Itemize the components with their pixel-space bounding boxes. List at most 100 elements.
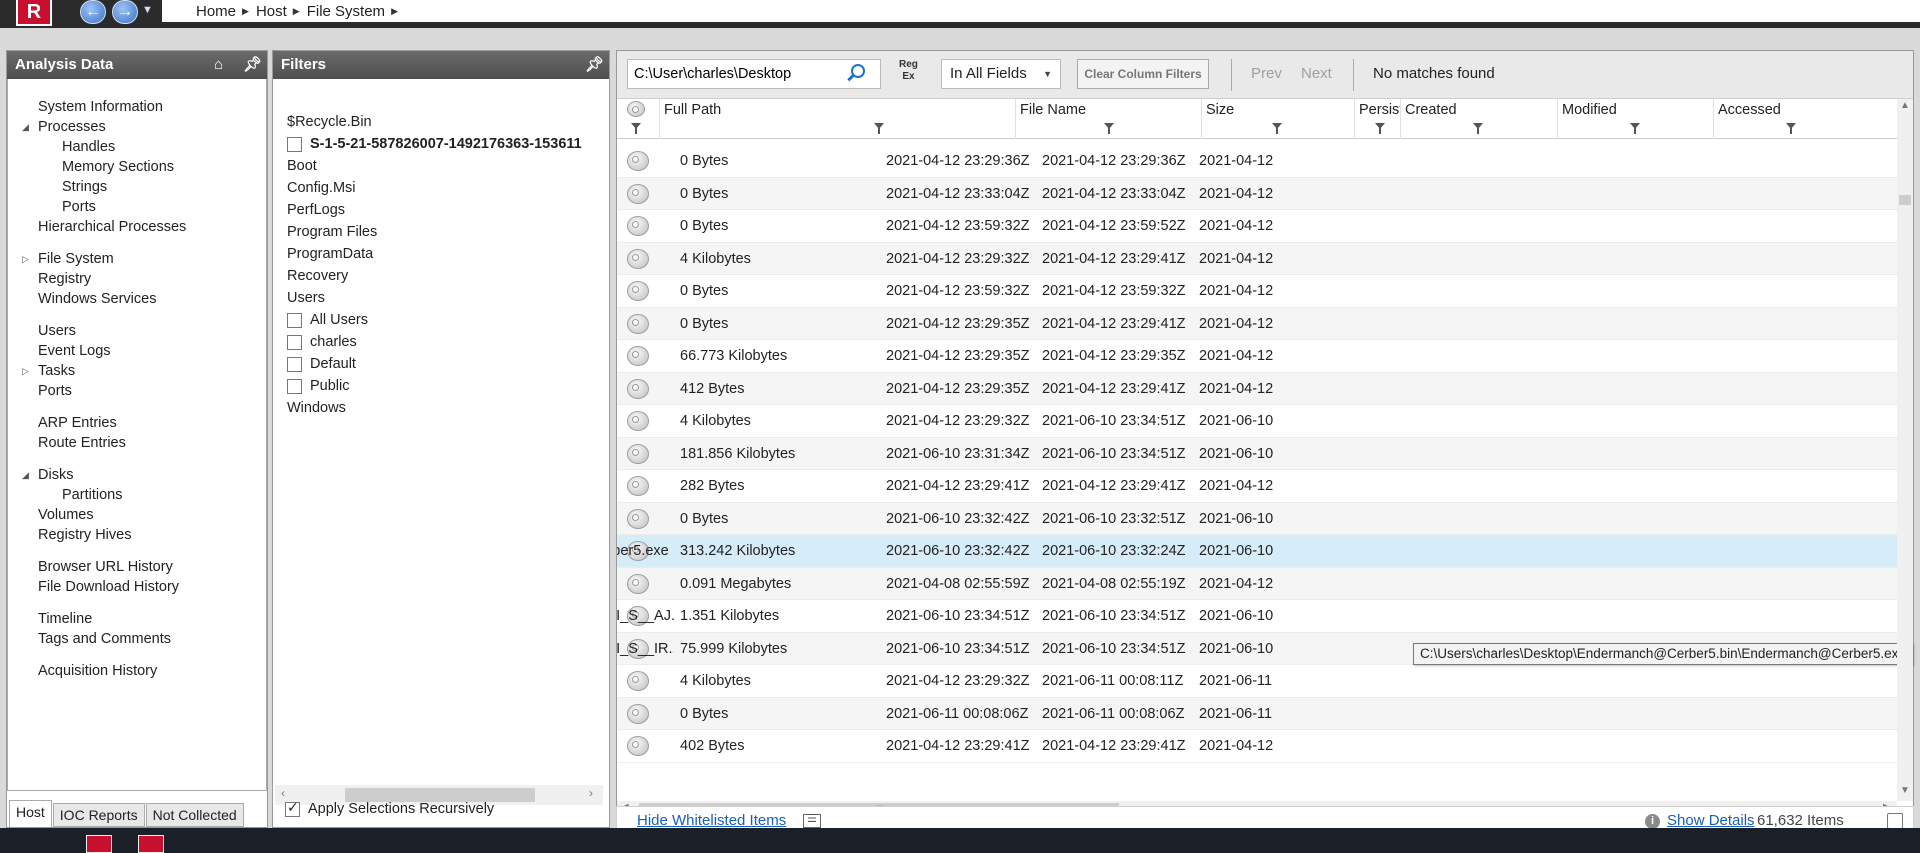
table-row[interactable]: C:\Users\charles\Contacts0 Bytes2021-04-… [617, 307, 1897, 340]
filter-item[interactable]: Windows [273, 397, 609, 419]
breadcrumb-label[interactable]: File System [307, 3, 385, 20]
table-row[interactable]: C:\Users\charles\Desktop\_R_E_A_D__T_H_I… [617, 600, 1897, 633]
tree-item[interactable]: Ports [8, 381, 266, 401]
prev-button[interactable]: Prev [1251, 65, 1282, 82]
filter-icon[interactable] [1272, 123, 1282, 134]
tree-item[interactable]: Strings [8, 177, 266, 197]
regex-toggle[interactable]: Reg Ex [899, 59, 918, 83]
tab-ioc-reports[interactable]: IOC Reports [52, 803, 145, 827]
tree-item[interactable]: Event Logs [8, 341, 266, 361]
search-icon[interactable] [851, 64, 865, 78]
scroll-up-icon[interactable]: ▲ [1900, 100, 1910, 111]
table-row[interactable]: C:\Users\charles\Desktop4 Kilobytes2021-… [617, 405, 1897, 438]
apply-recursive-option[interactable]: Apply Selections Recursively [285, 799, 494, 817]
tree-item[interactable]: ▷ File System [8, 249, 266, 269]
home-icon[interactable]: ⌂ [214, 51, 223, 79]
apply-recursive-checkbox[interactable] [285, 799, 300, 817]
grid-vertical-scrollbar[interactable]: ▲ ▼ [1897, 99, 1913, 801]
tree-item[interactable]: Handles [8, 137, 266, 157]
breadcrumb-host[interactable]: Host ▶ [256, 3, 307, 20]
scrollbar-thumb[interactable] [345, 788, 535, 802]
filter-checkbox[interactable] [287, 334, 302, 350]
column-header-created[interactable]: Created [1400, 99, 1557, 139]
tree-item[interactable]: Tags and Comments [8, 629, 266, 649]
expanded-arrow-icon[interactable]: ◢ [22, 117, 29, 137]
column-header-file-name[interactable]: File Name [1015, 99, 1201, 139]
tree-item[interactable]: Users [8, 321, 266, 341]
scroll-left-icon[interactable]: ‹ [281, 786, 285, 800]
clear-column-filters-button[interactable]: Clear Column Filters [1077, 59, 1209, 89]
tree-item[interactable]: ▷ Tasks [8, 361, 266, 381]
breadcrumb-file-system[interactable]: File System ▶ [307, 3, 405, 20]
table-row[interactable]: C:\Users\charles\AppData\Roaming\Microso… [617, 145, 1897, 178]
tree-item[interactable]: Timeline [8, 609, 266, 629]
tree-item[interactable]: Ports [8, 197, 266, 217]
filter-item[interactable]: S-1-5-21-587826007-1492176363-153611 [273, 133, 609, 155]
table-row[interactable]: C:\Users\charles\Desktop\Endermanch@Cerb… [617, 535, 1897, 568]
filter-checkbox[interactable] [287, 356, 302, 372]
export-icon[interactable] [1887, 813, 1903, 829]
pin-icon[interactable]: 📌︎ [243, 51, 262, 79]
filter-item[interactable]: ProgramData [273, 243, 609, 265]
filter-item[interactable]: Config.Msi [273, 177, 609, 199]
tree-item[interactable]: Windows Services [8, 289, 266, 309]
tree-item[interactable]: Acquisition History [8, 661, 266, 681]
table-row[interactable]: C:\Users\charles\AppData\Roaming\Microso… [617, 275, 1897, 308]
filter-icon[interactable] [1375, 123, 1385, 134]
filter-checkbox[interactable] [287, 378, 302, 394]
tree-item[interactable]: Route Entries [8, 433, 266, 453]
table-row[interactable]: C:\Users\charles\AppData\Roaming\Microso… [617, 177, 1897, 210]
pin-icon[interactable]: 📌︎ [585, 51, 604, 79]
back-arrow-icon[interactable]: ← [80, 0, 106, 24]
scrollbar-thumb[interactable] [1899, 195, 1911, 205]
tree-item[interactable]: Browser URL History [8, 557, 266, 577]
filter-item[interactable]: Default [273, 353, 609, 375]
search-input[interactable] [627, 59, 881, 89]
taskbar-app-icon[interactable] [86, 835, 112, 853]
column-header-modified[interactable]: Modified [1557, 99, 1713, 139]
tree-item[interactable]: Registry [8, 269, 266, 289]
filter-icon[interactable] [1786, 123, 1796, 134]
tree-item[interactable]: Partitions [8, 485, 266, 505]
next-button[interactable]: Next [1301, 65, 1332, 82]
table-row[interactable]: C:\Users\charles\Documents\Analysis0 Byt… [617, 697, 1897, 730]
column-header-persist[interactable]: Persist [1354, 99, 1400, 139]
table-row[interactable]: C:\Users\charles\DeOffice0.091 Megabytes… [617, 567, 1897, 600]
filter-icon[interactable] [1473, 123, 1483, 134]
tree-item[interactable]: Volumes [8, 505, 266, 525]
tree-item[interactable]: File Download History [8, 577, 266, 597]
breadcrumb-label[interactable]: Host [256, 3, 287, 20]
search-field-select[interactable]: In All Fields ▼ [941, 59, 1061, 89]
filter-item[interactable]: All Users [273, 309, 609, 331]
tree-item[interactable]: ARP Entries [8, 413, 266, 433]
tree-item[interactable]: ◢ Processes [8, 117, 266, 137]
taskbar-app-icon[interactable] [138, 835, 164, 853]
column-header-accessed[interactable]: Accessed [1713, 99, 1897, 139]
table-row[interactable]: C:\Users\charles\Contacts\charles.contac… [617, 340, 1897, 373]
nav-history-dropdown-icon[interactable]: ▼ [142, 4, 153, 16]
filter-checkbox[interactable] [287, 136, 302, 152]
filter-item[interactable]: $Recycle.Bin [273, 111, 609, 133]
tree-item[interactable]: Memory Sections [8, 157, 266, 177]
tree-item[interactable]: ◢ Disks [8, 465, 266, 485]
column-header-full-path[interactable]: Full Path [659, 99, 1015, 139]
collapsed-arrow-icon[interactable]: ▷ [22, 361, 29, 381]
scroll-right-icon[interactable]: › [589, 786, 593, 800]
show-details-link[interactable]: Show Details [1667, 812, 1755, 829]
tree-item[interactable]: System Information [8, 97, 266, 117]
filter-item[interactable]: PerfLogs [273, 199, 609, 221]
tab-not-collected[interactable]: Not Collected [145, 803, 244, 827]
tree-item[interactable]: Registry Hives [8, 525, 266, 545]
expanded-arrow-icon[interactable]: ◢ [22, 465, 29, 485]
table-row[interactable]: C:\Users\charles\Desktop\4iTRKg29zd.9ae8… [617, 437, 1897, 470]
list-icon[interactable] [803, 812, 821, 828]
filter-icon[interactable] [631, 123, 641, 134]
filter-icon[interactable] [1630, 123, 1640, 134]
tab-host[interactable]: Host [9, 800, 52, 827]
tree-item[interactable]: Hierarchical Processes [8, 217, 266, 237]
breadcrumb-label[interactable]: Home [196, 3, 236, 20]
filter-icon[interactable] [1104, 123, 1114, 134]
filter-item[interactable]: Public [273, 375, 609, 397]
collapsed-arrow-icon[interactable]: ▷ [22, 249, 29, 269]
filter-item[interactable]: Recovery [273, 265, 609, 287]
